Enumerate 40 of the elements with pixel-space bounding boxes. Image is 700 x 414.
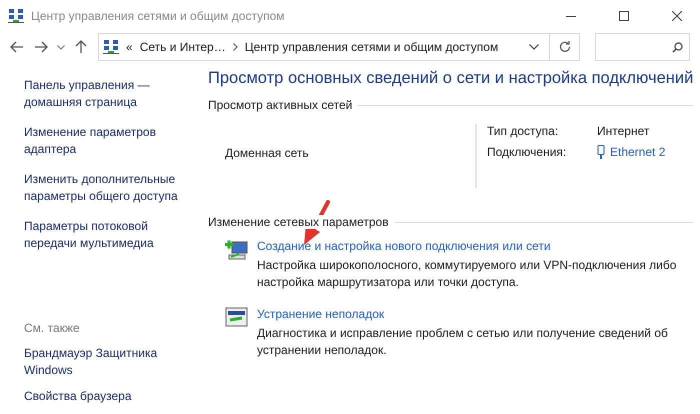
page-title: Просмотр основных сведений о сети и настройка подключений [208, 69, 694, 88]
close-icon [672, 10, 682, 20]
see-also-heading: См. также [24, 321, 81, 335]
task-description: Настройка широкополосного, коммутируемого или VPN-подключения либо настройка маршрутизатора или точки доступа. [257, 257, 678, 291]
back-arrow-icon [10, 41, 24, 53]
breadcrumb-item[interactable]: Сеть и Интер… [140, 40, 226, 54]
breadcrumb-item[interactable]: Центр управления сетями и общим доступом [244, 40, 498, 54]
connection-link[interactable]: Ethernet 2 [610, 145, 666, 159]
network-icon [103, 39, 119, 55]
sidebar-link[interactable]: Свойства браузера [24, 388, 184, 405]
network-setup-icon [225, 239, 249, 261]
sidebar-link[interactable]: Панель управления — домашняя страница [24, 77, 184, 111]
window-icon [8, 8, 24, 24]
sidebar-link[interactable]: Изменить дополнительные параметры общего доступа [24, 171, 184, 205]
sidebar-link[interactable]: Параметры потоковой передачи мультимедиа [24, 218, 184, 252]
section-heading: Просмотр активных сетей [208, 98, 352, 112]
access-type-value: Интернет [597, 124, 650, 138]
access-type-label: Тип доступа: [487, 124, 560, 138]
maximize-icon [619, 10, 629, 20]
search-icon [672, 42, 683, 52]
connections-label: Подключения: [487, 145, 568, 159]
task-description: Диагностика и исправление проблем с сетью или получение сведений об устранении неполадок. [257, 325, 669, 359]
caret-icon [529, 44, 539, 50]
section-heading: Изменение сетевых параметров [208, 215, 389, 229]
overflow-chevron[interactable]: « [126, 40, 133, 54]
search-field[interactable] [595, 33, 690, 61]
network-name: Доменная сеть [225, 146, 309, 160]
chevron-icon [232, 43, 238, 51]
address-bar[interactable]: « Сеть и Интер… Центр управления сетями и общим доступом [98, 33, 580, 61]
refresh-icon [558, 41, 570, 53]
sidebar-link[interactable]: Изменение параметров адаптера [24, 124, 184, 158]
caret-icon [57, 44, 65, 50]
sidebar-link[interactable]: Брандмауэр Защитника Windows [24, 345, 184, 379]
task-link[interactable]: Устранение неполадок [257, 307, 687, 321]
forward-arrow-icon [34, 41, 48, 53]
window-title: Центр управления сетями и общим доступом [31, 8, 286, 22]
ethernet-icon [597, 145, 605, 159]
troubleshoot-icon [225, 307, 249, 329]
up-arrow-icon [75, 40, 87, 54]
task-link[interactable]: Создание и настройка нового подключения или сети [257, 239, 687, 253]
